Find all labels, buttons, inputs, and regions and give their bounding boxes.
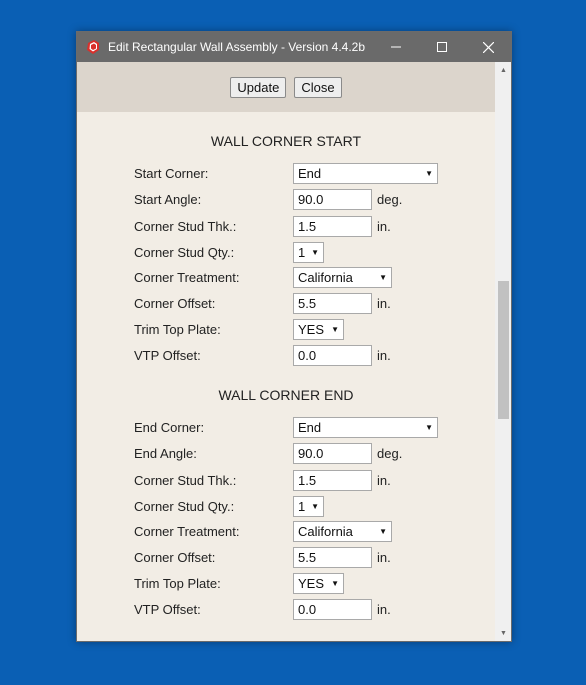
start-treatment-row: Corner Treatment: California ▼ xyxy=(134,266,392,288)
start-corner-row: Start Corner: End ▼ xyxy=(134,162,438,184)
start-stud-thk-unit: in. xyxy=(377,218,391,234)
start-vtp-unit: in. xyxy=(377,347,391,363)
chevron-down-icon: ▼ xyxy=(425,422,433,432)
start-stud-qty-row: Corner Stud Qty.: 1 ▼ xyxy=(134,241,324,263)
chevron-down-icon: ▼ xyxy=(331,578,339,588)
chevron-down-icon: ▼ xyxy=(379,526,387,536)
title-bar[interactable]: Edit Rectangular Wall Assembly - Version… xyxy=(77,32,511,62)
end-angle-unit: deg. xyxy=(377,445,403,461)
end-trim-select[interactable]: YES ▼ xyxy=(293,572,344,594)
window-title: Edit Rectangular Wall Assembly - Version… xyxy=(108,40,366,54)
end-stud-qty-row: Corner Stud Qty.: 1 ▼ xyxy=(134,495,324,517)
close-icon xyxy=(482,41,494,53)
end-offset-label: Corner Offset: xyxy=(134,549,216,565)
scroll-up-button[interactable]: ▲ xyxy=(495,62,511,79)
end-vtp-row: VTP Offset: 0.0 in. xyxy=(134,598,391,620)
start-trim-select[interactable]: YES ▼ xyxy=(293,318,344,340)
start-treatment-value: California xyxy=(298,269,353,285)
end-corner-label: End Corner: xyxy=(134,419,205,435)
end-corner-row: End Corner: End ▼ xyxy=(134,416,438,438)
start-offset-input[interactable]: 5.5 xyxy=(293,292,372,314)
minimize-button[interactable] xyxy=(373,32,419,62)
start-offset-label: Corner Offset: xyxy=(134,295,216,311)
chevron-up-icon: ▲ xyxy=(500,67,507,74)
end-offset-unit: in. xyxy=(377,549,391,565)
end-vtp-unit: in. xyxy=(377,601,391,617)
update-button[interactable]: Update xyxy=(230,76,287,98)
start-stud-qty-label: Corner Stud Qty.: xyxy=(134,244,235,260)
end-treatment-value: California xyxy=(298,523,353,539)
start-trim-row: Trim Top Plate: YES ▼ xyxy=(134,318,344,340)
scroll-down-button[interactable]: ▼ xyxy=(495,625,511,641)
start-treatment-label: Corner Treatment: xyxy=(134,269,240,285)
end-stud-thk-unit: in. xyxy=(377,472,391,488)
start-angle-row: Start Angle: 90.0 deg. xyxy=(134,188,402,210)
end-stud-qty-label: Corner Stud Qty.: xyxy=(134,498,235,514)
end-stud-thk-row: Corner Stud Thk.: 1.5 in. xyxy=(134,469,391,491)
start-corner-select[interactable]: End ▼ xyxy=(293,162,438,184)
start-offset-row: Corner Offset: 5.5 in. xyxy=(134,292,391,314)
end-stud-qty-select[interactable]: 1 ▼ xyxy=(293,495,324,517)
minimize-icon xyxy=(391,46,401,48)
end-treatment-select[interactable]: California ▼ xyxy=(293,520,392,542)
end-angle-label: End Angle: xyxy=(134,445,197,461)
form-content: WALL CORNER START Start Corner: End ▼ St… xyxy=(77,112,495,641)
maximize-icon xyxy=(437,42,447,52)
scrollbar-thumb[interactable] xyxy=(498,281,509,419)
start-stud-qty-value: 1 xyxy=(298,244,306,260)
chevron-down-icon: ▼ xyxy=(311,501,319,511)
end-treatment-label: Corner Treatment: xyxy=(134,523,240,539)
end-trim-row: Trim Top Plate: YES ▼ xyxy=(134,572,344,594)
start-angle-unit: deg. xyxy=(377,191,403,207)
end-corner-select[interactable]: End ▼ xyxy=(293,416,438,438)
chevron-down-icon: ▼ xyxy=(311,247,319,257)
start-treatment-select[interactable]: California ▼ xyxy=(293,266,392,288)
end-stud-thk-input[interactable]: 1.5 xyxy=(293,469,372,491)
start-trim-value: YES xyxy=(298,321,325,337)
end-stud-qty-value: 1 xyxy=(298,498,306,514)
toolbar: Update Close xyxy=(77,62,495,112)
start-corner-label: Start Corner: xyxy=(134,165,209,181)
sketchup-icon xyxy=(85,39,101,55)
chevron-down-icon: ▼ xyxy=(379,272,387,282)
end-vtp-input[interactable]: 0.0 xyxy=(293,598,372,620)
section-title-end: WALL CORNER END xyxy=(218,387,354,403)
start-stud-qty-select[interactable]: 1 ▼ xyxy=(293,241,324,263)
maximize-button[interactable] xyxy=(419,32,465,62)
start-trim-label: Trim Top Plate: xyxy=(134,321,221,337)
start-angle-label: Start Angle: xyxy=(134,191,202,207)
start-stud-thk-row: Corner Stud Thk.: 1.5 in. xyxy=(134,215,391,237)
start-corner-value: End xyxy=(298,165,322,181)
end-angle-input[interactable]: 90.0 xyxy=(293,442,372,464)
end-stud-thk-label: Corner Stud Thk.: xyxy=(134,472,237,488)
end-angle-row: End Angle: 90.0 deg. xyxy=(134,442,402,464)
start-vtp-input[interactable]: 0.0 xyxy=(293,344,372,366)
dialog-window: Edit Rectangular Wall Assembly - Version… xyxy=(76,31,512,642)
vertical-scrollbar[interactable]: ▲ ▼ xyxy=(495,62,511,641)
start-angle-input[interactable]: 90.0 xyxy=(293,188,372,210)
close-window-button[interactable] xyxy=(465,32,511,62)
start-vtp-row: VTP Offset: 0.0 in. xyxy=(134,344,391,366)
start-vtp-label: VTP Offset: xyxy=(134,347,201,363)
start-stud-thk-label: Corner Stud Thk.: xyxy=(134,218,237,234)
end-trim-label: Trim Top Plate: xyxy=(134,575,221,591)
end-corner-value: End xyxy=(298,419,322,435)
section-title-start: WALL CORNER START xyxy=(210,133,362,149)
end-vtp-label: VTP Offset: xyxy=(134,601,201,617)
start-stud-thk-input[interactable]: 1.5 xyxy=(293,215,372,237)
chevron-down-icon: ▼ xyxy=(425,168,433,178)
chevron-down-icon: ▼ xyxy=(500,630,507,637)
end-offset-input[interactable]: 5.5 xyxy=(293,546,372,568)
end-trim-value: YES xyxy=(298,575,325,591)
end-treatment-row: Corner Treatment: California ▼ xyxy=(134,520,392,542)
close-button[interactable]: Close xyxy=(294,76,342,98)
end-offset-row: Corner Offset: 5.5 in. xyxy=(134,546,391,568)
chevron-down-icon: ▼ xyxy=(331,324,339,334)
start-offset-unit: in. xyxy=(377,295,391,311)
